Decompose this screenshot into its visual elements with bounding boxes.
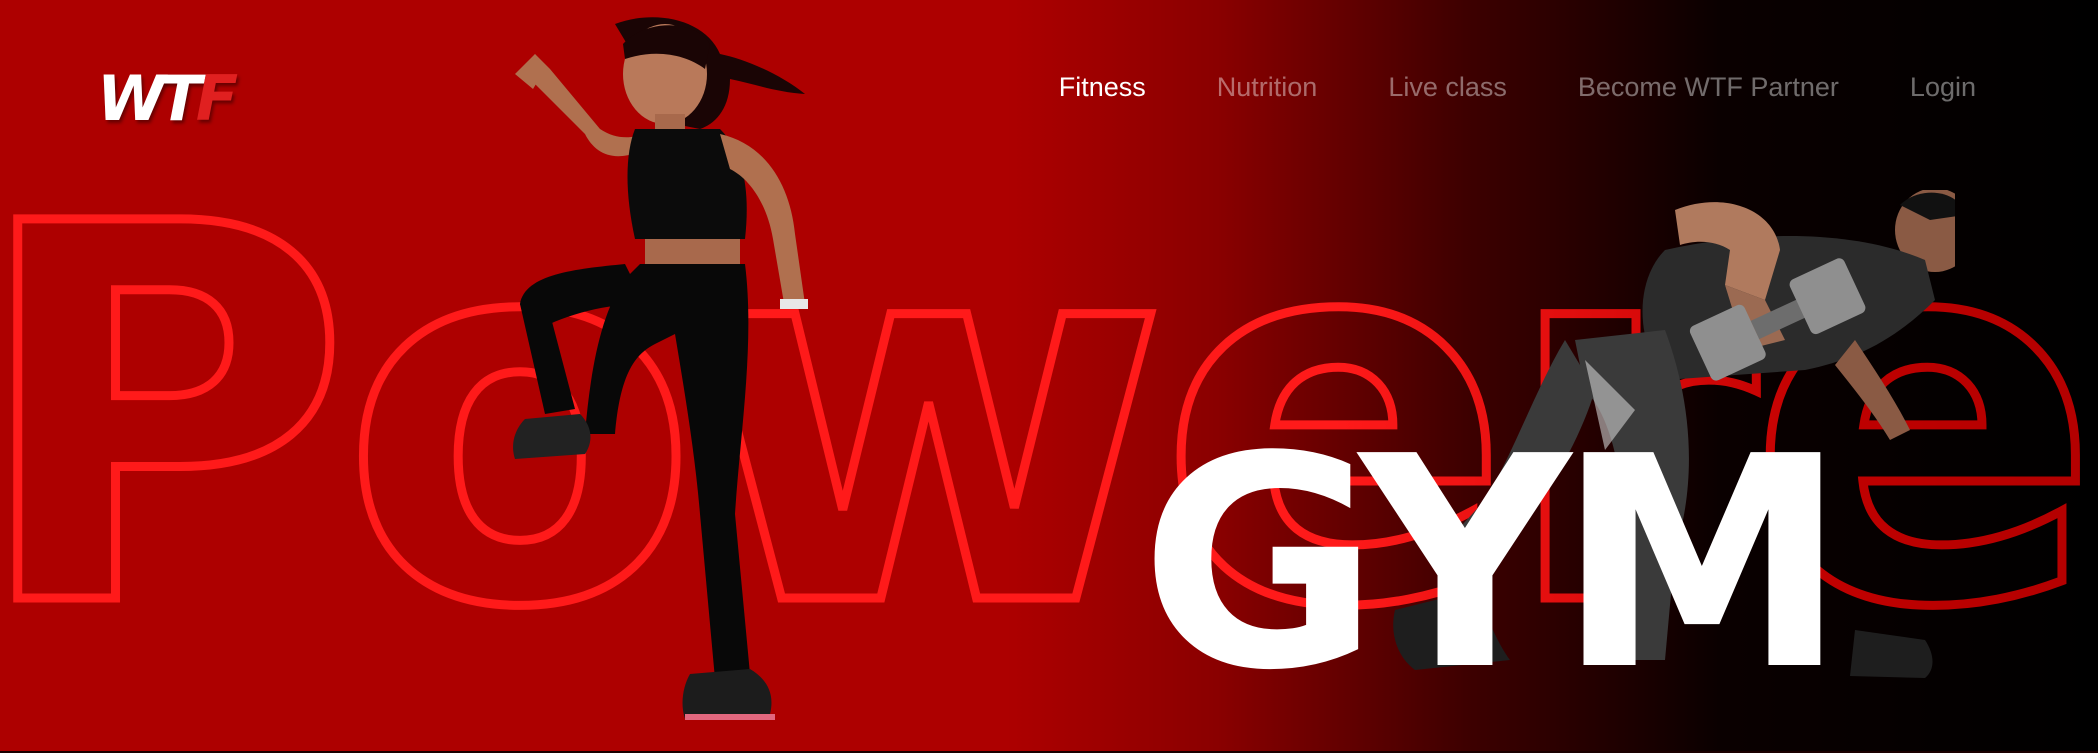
nav-nutrition[interactable]: Nutrition: [1217, 72, 1318, 103]
top-nav: Fitness Nutrition Live class Become WTF …: [988, 72, 1976, 103]
logo-accent-text: F: [195, 62, 238, 135]
nav-fitness[interactable]: Fitness: [1059, 72, 1146, 103]
hero-banner: Powered: [0, 0, 2098, 753]
gym-headline: GYM: [1140, 394, 1847, 734]
nav-live-class[interactable]: Live class: [1388, 72, 1507, 103]
woman-runner-image: [513, 17, 808, 720]
wtf-logo[interactable]: WTF: [97, 68, 238, 130]
logo-main-text: WT: [97, 62, 202, 135]
nav-login[interactable]: Login: [1910, 72, 1976, 103]
nav-become-partner[interactable]: Become WTF Partner: [1578, 72, 1839, 103]
